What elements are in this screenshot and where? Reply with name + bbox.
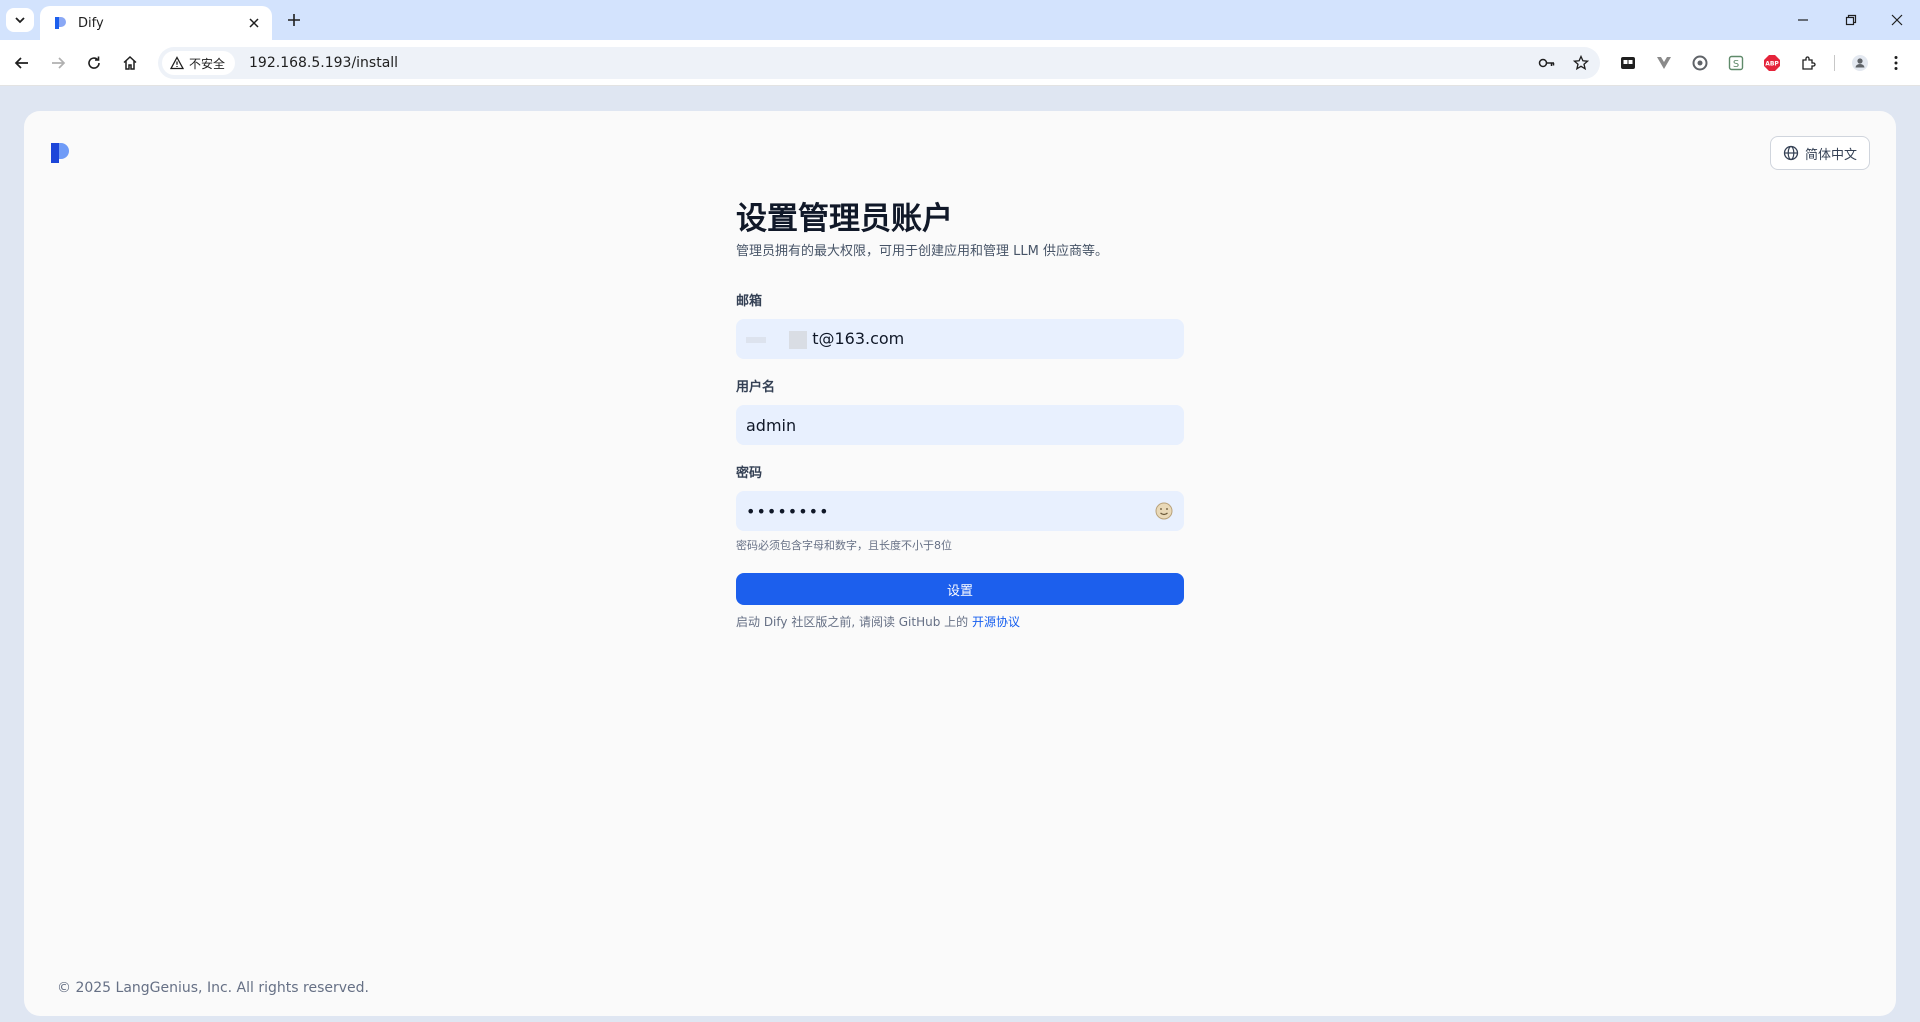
address-bar[interactable]: 不安全 192.168.5.193/install xyxy=(158,47,1600,79)
tab-search-button[interactable] xyxy=(6,8,34,32)
s-extension-icon: S xyxy=(1728,55,1744,71)
globe-icon xyxy=(1783,145,1799,161)
language-selector[interactable]: 简体中文 xyxy=(1769,136,1870,170)
dify-logo-icon xyxy=(51,143,69,163)
license-notice-text: 启动 Dify 社区版之前, 请阅读 GitHub 上的 xyxy=(736,615,969,629)
home-icon xyxy=(123,55,137,70)
redacted-block xyxy=(746,336,766,343)
username-label: 用户名 xyxy=(736,380,776,395)
profile-avatar-icon xyxy=(1852,55,1868,71)
extension-button[interactable] xyxy=(1652,51,1676,75)
open-source-license-link[interactable]: 开源协议 xyxy=(972,615,1020,629)
svg-text:S: S xyxy=(1733,59,1739,70)
browser-tab-dify[interactable]: Dify xyxy=(40,6,272,40)
arrow-right-icon xyxy=(52,57,66,69)
email-visible-suffix: t@163.com xyxy=(812,329,905,349)
password-hint: 密码必须包含字母和数字，且长度不小于8位 xyxy=(736,539,952,552)
tab-close-button[interactable] xyxy=(240,9,268,37)
tab-title: Dify xyxy=(78,15,104,31)
more-vertical-icon xyxy=(1894,56,1898,70)
dify-favicon-icon xyxy=(55,17,66,29)
close-icon xyxy=(1891,14,1903,26)
emoji-face-icon xyxy=(1155,502,1173,520)
extension-app-icon xyxy=(1621,57,1635,69)
username-value: admin xyxy=(746,415,797,435)
home-button[interactable] xyxy=(114,47,146,79)
toggle-password-visibility-button[interactable] xyxy=(1154,501,1174,521)
profile-button[interactable] xyxy=(1848,51,1872,75)
install-page: 简体中文 设置管理员账户 管理员拥有的最大权限，可用于创建应用和管理 LLM 供… xyxy=(24,111,1896,1016)
restore-button[interactable] xyxy=(1828,0,1874,40)
password-key-button[interactable] xyxy=(1532,48,1562,78)
copyright-footer: © 2025 LangGenius, Inc. All rights reser… xyxy=(57,980,369,996)
redacted-block xyxy=(789,330,808,349)
email-input[interactable]: t@163.com xyxy=(736,319,1184,359)
extension-button[interactable]: S xyxy=(1724,51,1748,75)
browser-menu-button[interactable] xyxy=(1884,51,1908,75)
forward-button[interactable] xyxy=(42,47,74,79)
page-title: 设置管理员账户 xyxy=(736,201,953,237)
page-subtitle: 管理员拥有的最大权限，可用于创建应用和管理 LLM 供应商等。 xyxy=(736,244,1108,259)
minimize-icon xyxy=(1798,19,1808,21)
extension-button[interactable] xyxy=(1688,51,1712,75)
svg-text:ABP: ABP xyxy=(1765,61,1779,68)
security-label: 不安全 xyxy=(189,56,226,71)
browser-tabstrip: Dify xyxy=(0,0,1920,40)
extension-button[interactable] xyxy=(1616,51,1640,75)
new-tab-button[interactable] xyxy=(280,8,308,32)
chevron-down-icon xyxy=(15,17,25,24)
toolbar-separator xyxy=(1834,55,1835,71)
adblock-icon: ABP xyxy=(1764,55,1780,71)
minimize-button[interactable] xyxy=(1780,0,1826,40)
password-input[interactable]: •••••••• xyxy=(736,491,1184,531)
language-label: 简体中文 xyxy=(1804,147,1857,163)
security-indicator[interactable]: 不安全 xyxy=(162,51,236,75)
reload-button[interactable] xyxy=(78,47,110,79)
extension-button[interactable]: ABP xyxy=(1760,51,1784,75)
email-label: 邮箱 xyxy=(736,294,763,309)
extensions-menu-button[interactable] xyxy=(1796,51,1820,75)
setup-submit-button[interactable]: 设置 xyxy=(736,573,1184,605)
browser-toolbar: 不安全 192.168.5.193/install S ABP xyxy=(0,40,1920,86)
admin-setup-form: 设置管理员账户 管理员拥有的最大权限，可用于创建应用和管理 LLM 供应商等。 … xyxy=(736,199,1184,630)
restore-icon xyxy=(1845,14,1857,26)
username-input[interactable]: admin xyxy=(736,405,1184,445)
arrow-left-icon xyxy=(14,57,28,69)
vue-devtools-icon xyxy=(1657,57,1671,69)
password-group: 密码 •••••••• 密码必须包含字母和数字，且长度不小于8位 xyxy=(736,465,1184,553)
license-notice: 启动 Dify 社区版之前, 请阅读 GitHub 上的 开源协议 xyxy=(736,613,1184,630)
username-group: 用户名 admin xyxy=(736,379,1184,445)
warning-icon xyxy=(170,56,184,70)
puzzle-icon xyxy=(1802,56,1816,70)
email-value: t@163.com xyxy=(746,329,1174,349)
plus-icon xyxy=(288,14,300,26)
password-label: 密码 xyxy=(736,466,763,481)
reload-icon xyxy=(88,56,100,69)
url-text[interactable]: 192.168.5.193/install xyxy=(249,55,1532,71)
circle-extension-icon xyxy=(1692,55,1708,71)
email-group: 邮箱 t@163.com xyxy=(736,293,1184,359)
password-value: •••••••• xyxy=(746,501,830,521)
star-icon xyxy=(1573,55,1589,71)
window-close-button[interactable] xyxy=(1874,0,1920,40)
close-icon xyxy=(249,18,259,28)
key-icon xyxy=(1538,58,1555,68)
bookmark-star-button[interactable] xyxy=(1566,48,1596,78)
back-button[interactable] xyxy=(6,47,38,79)
